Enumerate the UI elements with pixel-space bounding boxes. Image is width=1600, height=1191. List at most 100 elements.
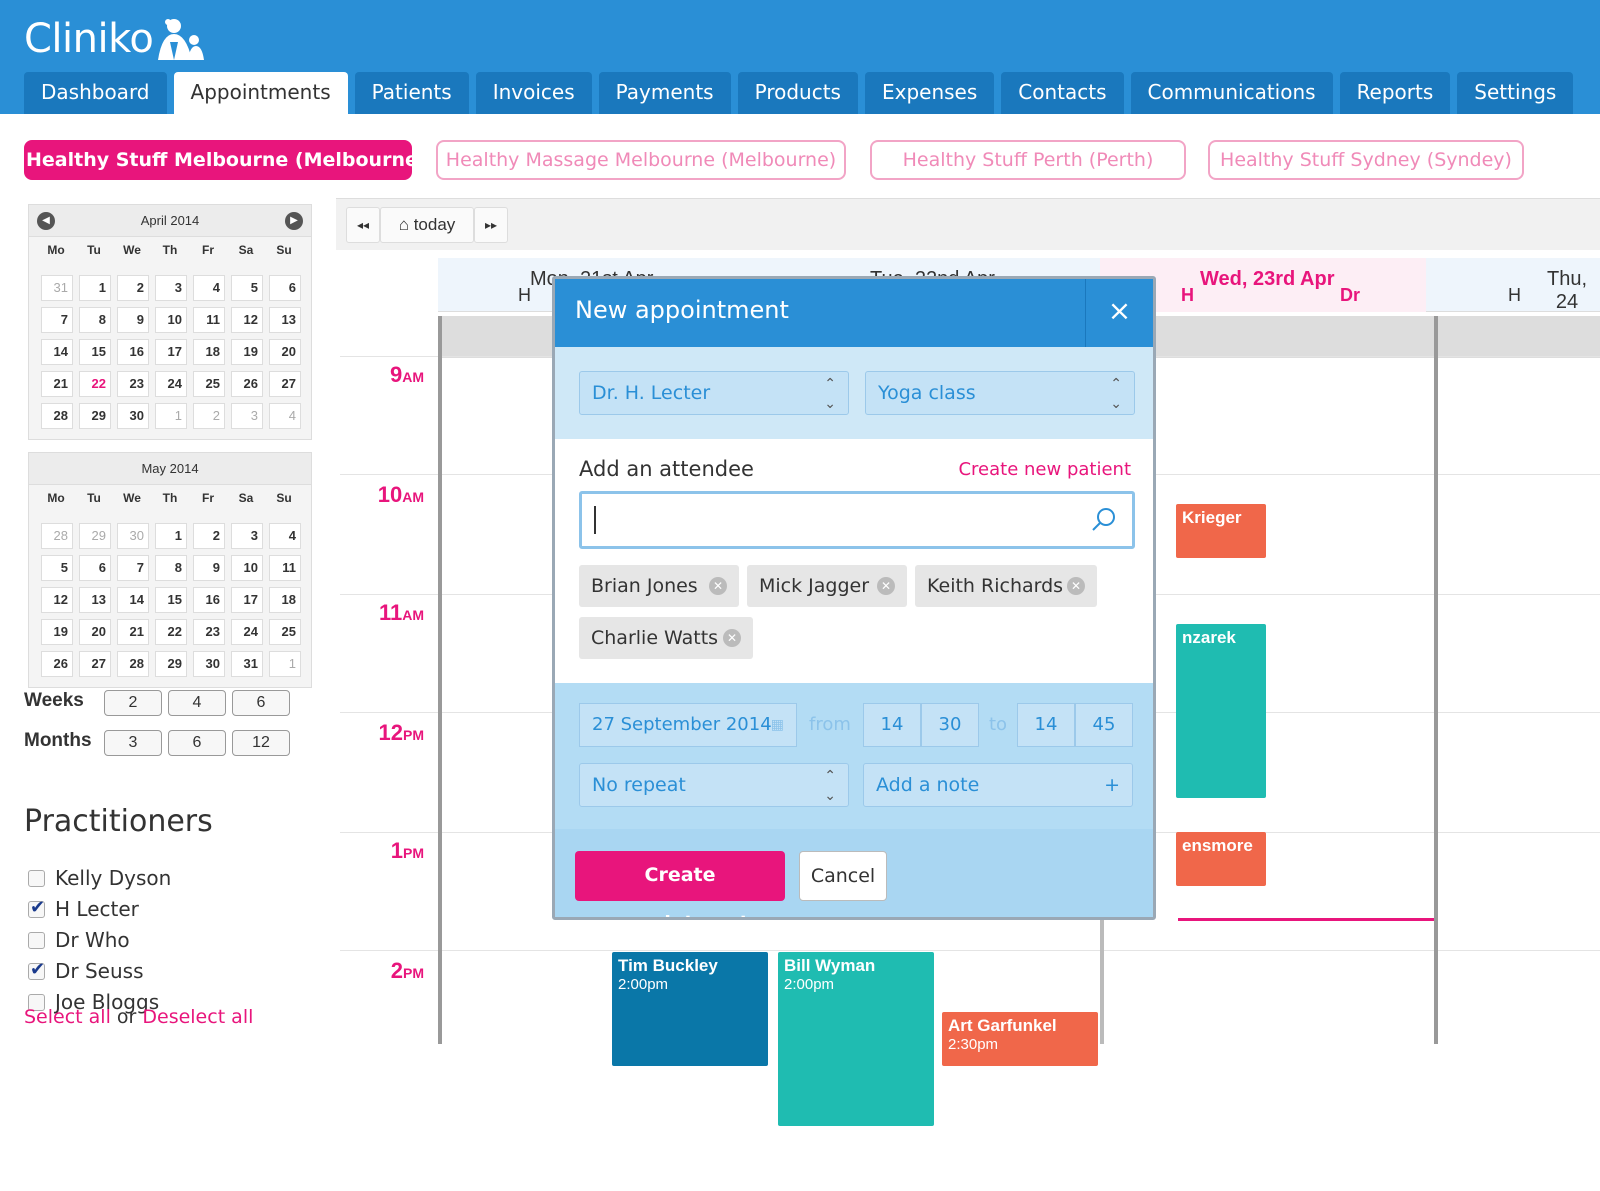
day-cell[interactable]: 6 <box>79 555 111 581</box>
day-cell[interactable]: 22 <box>79 371 111 397</box>
weeks-2-button[interactable]: 2 <box>104 690 162 716</box>
practitioner-select[interactable]: Dr. H. Lecter ⌃ ⌄ <box>579 371 849 415</box>
add-note-field[interactable]: Add a note + <box>863 763 1133 807</box>
day-cell[interactable]: 24 <box>231 619 263 645</box>
day-cell[interactable]: 2 <box>193 523 225 549</box>
attendee-search-input[interactable] <box>579 491 1135 549</box>
select-all-link[interactable]: Select all <box>24 1006 111 1024</box>
day-cell[interactable]: 21 <box>41 371 73 397</box>
months-12-button[interactable]: 12 <box>232 730 290 756</box>
day-cell[interactable]: 29 <box>79 523 111 549</box>
tab-payments[interactable]: Payments <box>598 72 731 114</box>
remove-icon[interactable]: ✕ <box>877 577 895 595</box>
tab-appointments[interactable]: Appointments <box>173 72 348 114</box>
day-cell[interactable]: 11 <box>193 307 225 333</box>
close-icon[interactable]: × <box>1085 279 1153 347</box>
location-button-melbourne[interactable]: Healthy Stuff Melbourne (Melbourne) <box>24 140 427 180</box>
day-cell[interactable]: 7 <box>41 307 73 333</box>
tab-settings[interactable]: Settings <box>1457 72 1574 114</box>
day-cell[interactable]: 22 <box>155 619 187 645</box>
day-cell[interactable]: 28 <box>117 651 149 677</box>
from-minute-field[interactable]: 30 <box>921 703 979 747</box>
appointment-block[interactable]: Krieger <box>1176 504 1266 558</box>
day-cell[interactable]: 31 <box>41 275 73 301</box>
add-note-plus-icon[interactable]: + <box>1104 764 1120 806</box>
app-logo[interactable]: Cliniko <box>24 16 154 62</box>
day-cell[interactable]: 26 <box>231 371 263 397</box>
day-cell[interactable]: 30 <box>117 403 149 429</box>
repeat-select[interactable]: No repeat ⌃ ⌄ <box>579 763 849 807</box>
checkbox[interactable] <box>28 869 45 887</box>
tab-contacts[interactable]: Contacts <box>1001 72 1124 114</box>
day-cell[interactable]: 3 <box>231 403 263 429</box>
day-cell[interactable]: 10 <box>155 307 187 333</box>
day-cell[interactable]: 29 <box>155 651 187 677</box>
remove-icon[interactable]: ✕ <box>1067 577 1085 595</box>
deselect-all-link[interactable]: Deselect all <box>142 1006 253 1024</box>
day-cell[interactable]: 1 <box>79 275 111 301</box>
day-cell[interactable]: 1 <box>269 651 301 677</box>
to-minute-field[interactable]: 45 <box>1075 703 1133 747</box>
location-button-massage-melbourne[interactable]: Healthy Massage Melbourne (Melbourne) <box>436 140 846 180</box>
day-cell[interactable]: 18 <box>193 339 225 365</box>
day-cell[interactable]: 20 <box>79 619 111 645</box>
search-icon[interactable] <box>1090 506 1118 534</box>
day-cell[interactable]: 1 <box>155 523 187 549</box>
practitioner-kelly-dyson[interactable]: Kelly Dyson <box>28 866 171 890</box>
day-cell[interactable]: 23 <box>193 619 225 645</box>
day-cell[interactable]: 24 <box>155 371 187 397</box>
day-cell[interactable]: 28 <box>41 523 73 549</box>
day-cell[interactable]: 27 <box>269 371 301 397</box>
remove-icon[interactable]: ✕ <box>723 629 741 647</box>
day-cell[interactable]: 21 <box>117 619 149 645</box>
day-cell[interactable]: 5 <box>41 555 73 581</box>
day-cell[interactable]: 29 <box>79 403 111 429</box>
prev-week-button[interactable]: ◂◂ <box>346 207 380 243</box>
next-week-button[interactable]: ▸▸ <box>474 207 508 243</box>
day-cell[interactable]: 14 <box>117 587 149 613</box>
appointment-block[interactable]: nzarek <box>1176 624 1266 798</box>
checkbox[interactable] <box>28 931 45 949</box>
day-cell[interactable]: 3 <box>231 523 263 549</box>
tab-expenses[interactable]: Expenses <box>864 72 995 114</box>
from-hour-field[interactable]: 14 <box>863 703 921 747</box>
day-cell[interactable]: 30 <box>117 523 149 549</box>
day-cell[interactable]: 13 <box>79 587 111 613</box>
day-cell[interactable]: 14 <box>41 339 73 365</box>
day-cell[interactable]: 9 <box>193 555 225 581</box>
day-cell[interactable]: 19 <box>41 619 73 645</box>
day-cell[interactable]: 17 <box>231 587 263 613</box>
weeks-6-button[interactable]: 6 <box>232 690 290 716</box>
day-cell[interactable]: 28 <box>41 403 73 429</box>
weeks-4-button[interactable]: 4 <box>168 690 226 716</box>
months-6-button[interactable]: 6 <box>168 730 226 756</box>
appointment-block[interactable]: Bill Wyman 2:00pm <box>778 952 934 1126</box>
day-cell[interactable]: 3 <box>155 275 187 301</box>
day-cell[interactable]: 7 <box>117 555 149 581</box>
day-cell[interactable]: 25 <box>269 619 301 645</box>
day-cell[interactable]: 4 <box>193 275 225 301</box>
day-cell[interactable]: 2 <box>117 275 149 301</box>
day-cell[interactable]: 15 <box>79 339 111 365</box>
checkbox-checked[interactable] <box>28 897 45 918</box>
prev-month-icon[interactable]: ◀ <box>37 212 55 230</box>
appointment-block[interactable]: ensmore <box>1176 832 1266 886</box>
practitioner-dr-seuss[interactable]: Dr Seuss <box>28 959 144 983</box>
date-field[interactable]: 27 September 2014 ▦ <box>579 703 797 747</box>
appointment-block[interactable]: Tim Buckley 2:00pm <box>612 952 768 1066</box>
day-cell[interactable]: 6 <box>269 275 301 301</box>
day-cell[interactable]: 8 <box>79 307 111 333</box>
tab-invoices[interactable]: Invoices <box>475 72 592 114</box>
practitioner-h-lecter[interactable]: H Lecter <box>28 897 139 921</box>
day-cell[interactable]: 27 <box>79 651 111 677</box>
cancel-button[interactable]: Cancel <box>799 851 887 901</box>
day-cell[interactable]: 26 <box>41 651 73 677</box>
today-button[interactable]: ⌂ today <box>380 207 474 243</box>
day-cell[interactable]: 16 <box>193 587 225 613</box>
day-cell[interactable]: 11 <box>269 555 301 581</box>
months-3-button[interactable]: 3 <box>104 730 162 756</box>
checkbox-checked[interactable] <box>28 959 45 980</box>
day-cell[interactable]: 4 <box>269 523 301 549</box>
tab-products[interactable]: Products <box>737 72 858 114</box>
location-button-perth[interactable]: Healthy Stuff Perth (Perth) <box>870 140 1186 180</box>
